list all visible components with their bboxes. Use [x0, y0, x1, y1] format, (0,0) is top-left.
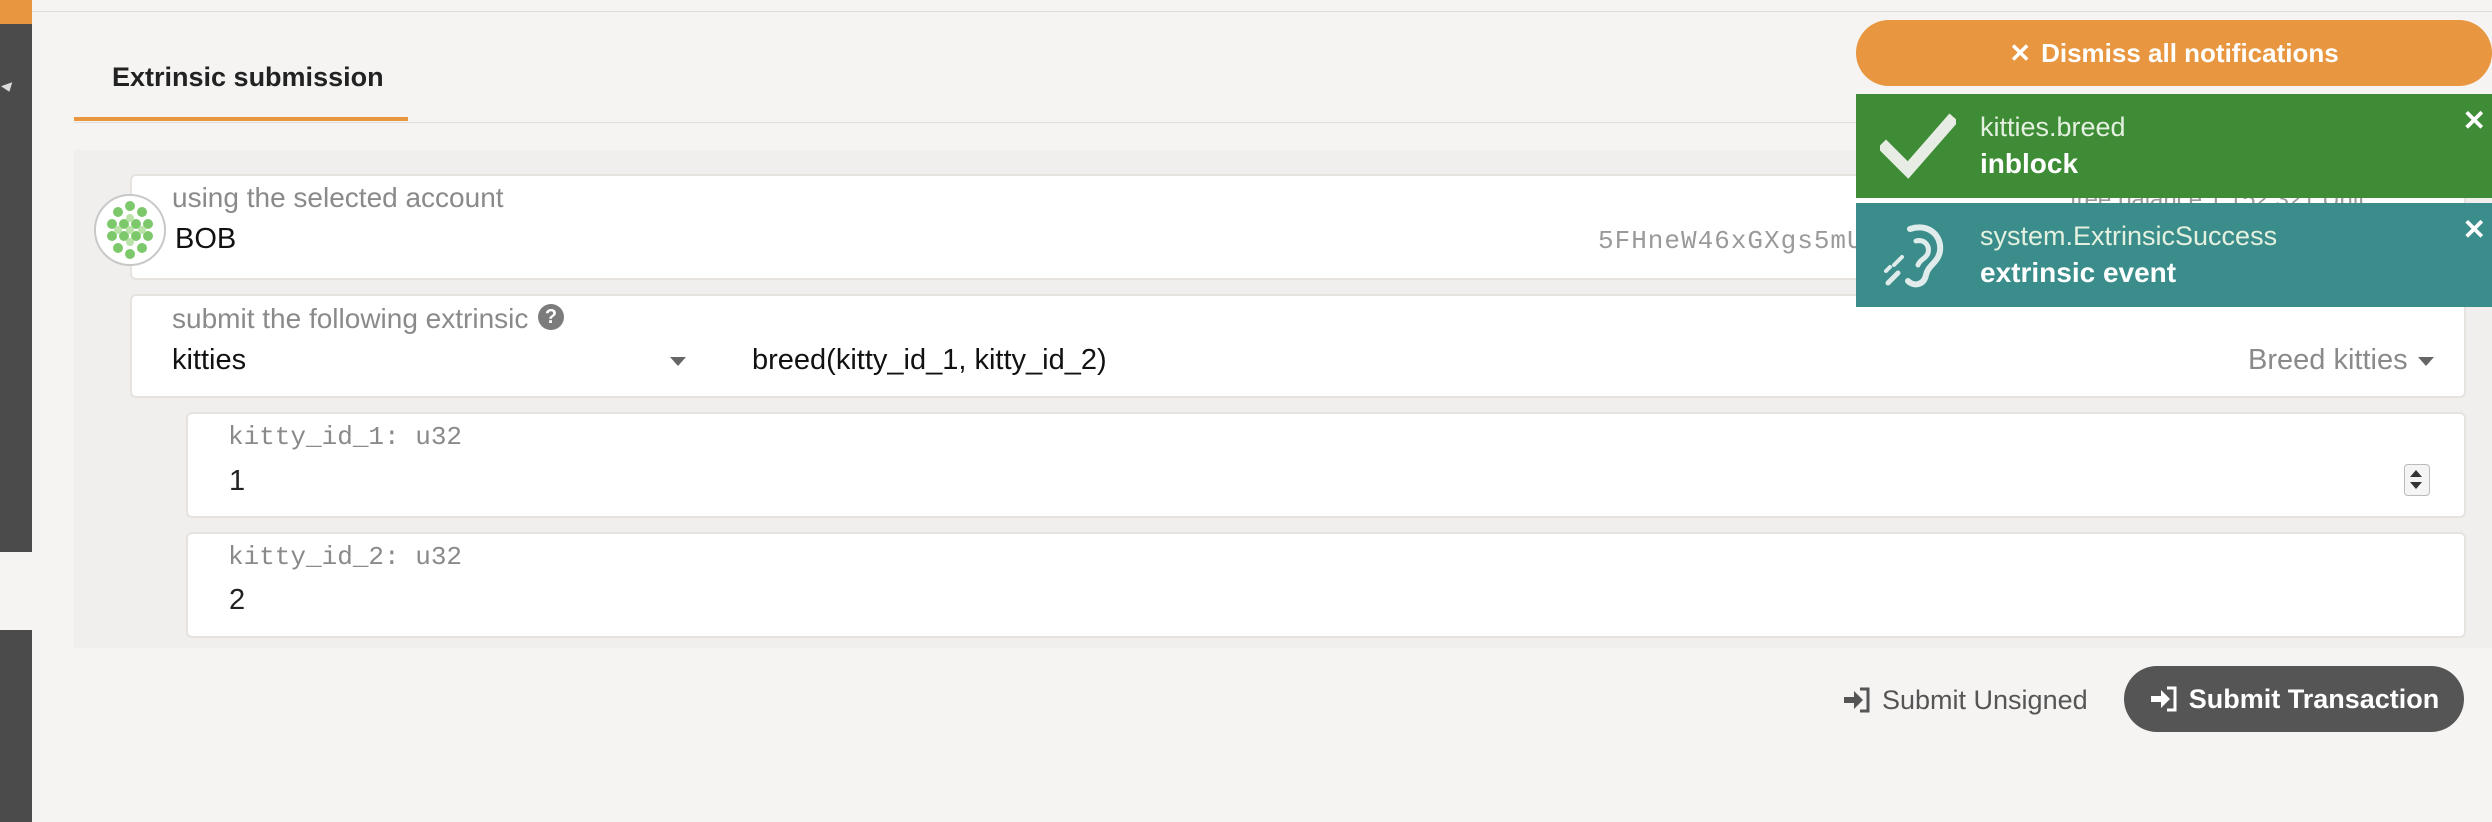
submit-unsigned-label: Submit Unsigned [1882, 684, 2088, 715]
notification-status: inblock [1980, 148, 2079, 179]
stepper-up-icon[interactable] [2410, 470, 2422, 477]
extrinsic-section-select[interactable]: kitties [172, 344, 246, 377]
submit-unsigned-button[interactable]: Submit Unsigned [1842, 678, 2088, 722]
dismiss-all-label: Dismiss all notifications [2041, 37, 2339, 68]
notification-title: kitties.breed [1980, 112, 2126, 142]
top-divider [32, 11, 2492, 12]
tab-extrinsic-submission[interactable]: Extrinsic submission [112, 62, 384, 93]
extrinsic-method-select[interactable]: breed(kitty_id_1, kitty_id_2) [752, 344, 1107, 377]
section-dropdown-icon[interactable] [670, 357, 686, 366]
param-kitty-id-1-field[interactable] [186, 412, 2466, 518]
notification-title: system.ExtrinsicSuccess [1980, 221, 2278, 251]
sidebar-lower[interactable] [0, 630, 32, 822]
identicon-icon [96, 196, 164, 264]
param-value-input[interactable]: 2 [229, 584, 245, 617]
account-label: using the selected account [172, 182, 504, 213]
sign-in-icon [1844, 687, 1870, 713]
help-icon[interactable]: ? [538, 304, 564, 330]
extrinsic-method-doc[interactable]: Breed kitties [2248, 344, 2408, 377]
notification-kitties-breed[interactable]: kitties.breed inblock ✕ [1856, 94, 2492, 198]
stepper-down-icon[interactable] [2410, 482, 2422, 489]
account-identicon [94, 194, 166, 266]
dismiss-all-notifications-button[interactable]: ✕ Dismiss all notifications [1856, 20, 2492, 86]
submit-transaction-label: Submit Transaction [2188, 683, 2440, 714]
sidebar-accent [0, 0, 32, 24]
tab-active-underline [74, 117, 408, 121]
check-icon [1880, 113, 1956, 179]
param-label: kitty_id_1: u32 [228, 422, 463, 452]
close-icon[interactable]: ✕ [2463, 104, 2486, 137]
method-dropdown-icon[interactable] [2418, 357, 2434, 366]
notification-status: extrinsic event [1980, 257, 2177, 288]
sign-in-icon [2150, 686, 2177, 712]
sidebar-upper[interactable] [0, 0, 32, 552]
number-stepper[interactable] [2404, 464, 2430, 496]
extrinsic-label: submit the following extrinsic [172, 303, 529, 334]
account-name: BOB [175, 223, 237, 255]
notification-system-extrinsic-success[interactable]: system.ExtrinsicSuccess extrinsic event … [1856, 203, 2492, 307]
param-value-input[interactable]: 1 [229, 465, 245, 498]
hearing-icon [1884, 224, 1944, 288]
param-label: kitty_id_2: u32 [228, 542, 463, 572]
submit-transaction-button[interactable]: Submit Transaction [2124, 666, 2464, 732]
close-icon: ✕ [2009, 37, 2032, 68]
account-address: 5FHneW46xGXgs5mU [1598, 226, 1864, 256]
close-icon[interactable]: ✕ [2463, 213, 2486, 246]
sidebar-gap [0, 552, 32, 630]
param-kitty-id-2-field[interactable] [186, 532, 2466, 638]
